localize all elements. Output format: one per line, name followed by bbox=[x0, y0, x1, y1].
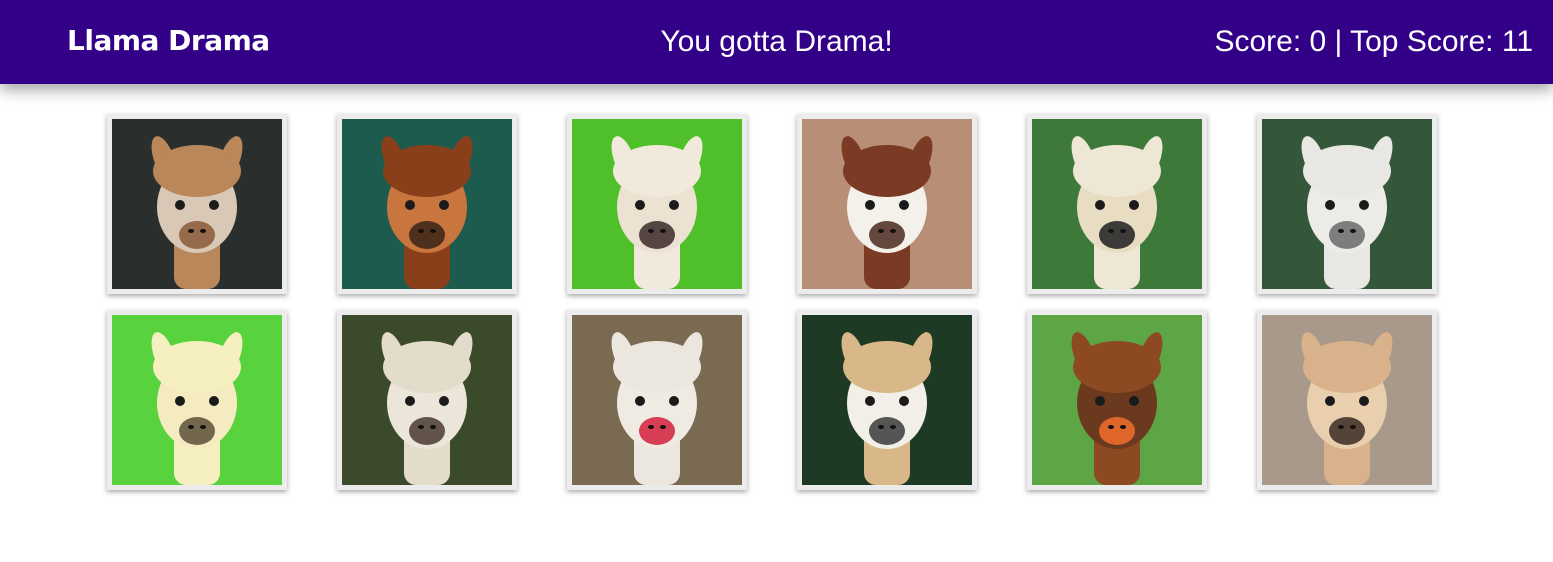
llama-card-8[interactable] bbox=[337, 310, 517, 490]
llama-card-2[interactable] bbox=[337, 114, 517, 294]
llama-photo bbox=[802, 119, 972, 289]
llama-card-6[interactable] bbox=[1257, 114, 1437, 294]
llama-card-12[interactable] bbox=[1257, 310, 1437, 490]
llama-photo bbox=[802, 315, 972, 485]
llama-photo bbox=[342, 119, 512, 289]
llama-card-11[interactable] bbox=[1027, 310, 1207, 490]
llama-photo bbox=[572, 315, 742, 485]
score-display: Score: 0 | Top Score: 11 bbox=[1214, 25, 1533, 58]
llama-card-10[interactable] bbox=[797, 310, 977, 490]
navbar: Llama Drama You gotta Drama! Score: 0 | … bbox=[0, 0, 1553, 84]
llama-photo bbox=[112, 315, 282, 485]
llama-card-9[interactable] bbox=[567, 310, 747, 490]
llama-card-4[interactable] bbox=[797, 114, 977, 294]
llama-photo bbox=[1262, 315, 1432, 485]
llama-photo bbox=[112, 119, 282, 289]
brand-title[interactable]: Llama Drama bbox=[67, 22, 270, 60]
llama-photo bbox=[1032, 315, 1202, 485]
llama-photo bbox=[342, 315, 512, 485]
llama-photo bbox=[1032, 119, 1202, 289]
card-grid bbox=[107, 114, 1447, 490]
llama-card-7[interactable] bbox=[107, 310, 287, 490]
llama-card-3[interactable] bbox=[567, 114, 747, 294]
llama-photo bbox=[572, 119, 742, 289]
llama-photo bbox=[1262, 119, 1432, 289]
llama-card-5[interactable] bbox=[1027, 114, 1207, 294]
llama-card-1[interactable] bbox=[107, 114, 287, 294]
